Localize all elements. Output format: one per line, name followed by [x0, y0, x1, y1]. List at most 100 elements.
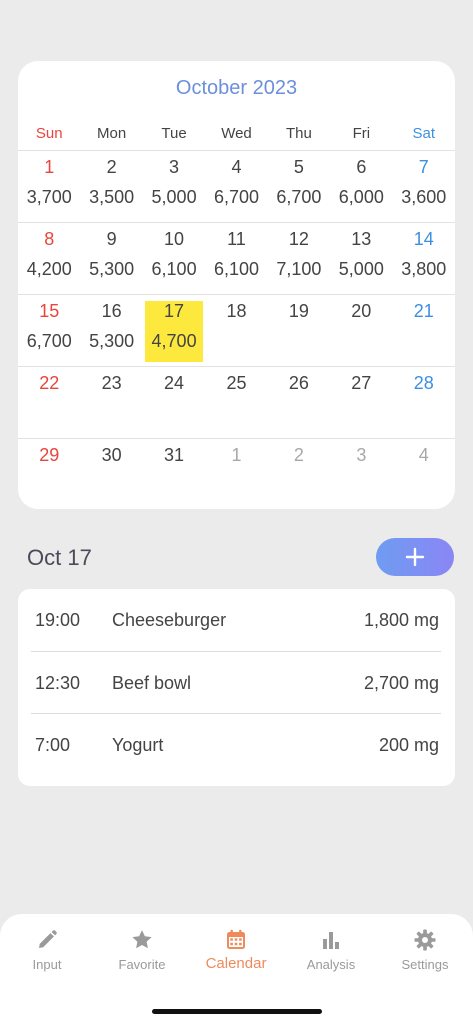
tab-settings[interactable]: Settings [378, 928, 472, 972]
calendar-week: 1 3,700 2 3,500 3 5,000 4 6,700 5 6,700 6 6,000 7 3,6… [18, 150, 455, 222]
day-total: 6,700 [276, 187, 322, 207]
day-total: 6,100 [151, 259, 197, 279]
pencil-icon [39, 930, 57, 948]
calendar-day[interactable]: 4 6,700 [205, 151, 267, 222]
calendar-day[interactable]: 6 6,000 [330, 151, 392, 222]
entry-food: Beef bowl [112, 672, 192, 693]
calendar-grid: 1 3,700 2 3,500 3 5,000 4 6,700 5 6,700 6 6,000 7 3,6… [18, 150, 455, 509]
entry-list: 19:00 Cheeseburger 1,800 mg 12:30 Beef bowl 2… [18, 589, 455, 786]
entry-row[interactable]: 7:00 Yogurt 200 mg [31, 713, 441, 776]
day-total: 5,000 [338, 259, 384, 279]
calendar-day[interactable]: 30 [80, 439, 142, 509]
tab-favorite[interactable]: Favorite [95, 928, 189, 972]
weekday-wed: Wed [221, 125, 252, 142]
day-number: 1 [231, 445, 242, 465]
calendar-day[interactable]: 28 [393, 367, 455, 438]
tab-label: Favorite [118, 957, 166, 972]
calendar-day[interactable]: 5 6,700 [268, 151, 330, 222]
calendar-day[interactable]: 15 6,700 [18, 295, 80, 366]
tab-bar: Input Favorite Calendar Analysis Setting… [0, 914, 473, 1024]
calendar-day[interactable]: 16 5,300 [80, 295, 142, 366]
day-number: 5 [293, 157, 304, 177]
add-entry-button[interactable] [376, 538, 454, 576]
calendar-icon [227, 929, 245, 949]
day-number: 8 [44, 229, 55, 249]
tab-input[interactable]: Input [0, 928, 94, 972]
calendar-day[interactable]: 14 3,800 [393, 223, 455, 294]
day-number: 28 [413, 373, 434, 393]
day-number: 11 [227, 229, 246, 249]
entry-row[interactable]: 12:30 Beef bowl 2,700 mg [31, 651, 441, 714]
day-number: 31 [164, 445, 185, 465]
day-number: 2 [293, 445, 304, 465]
day-number: 22 [39, 373, 60, 393]
weekday-fri: Fri [352, 125, 371, 142]
entry-amount: 2,700 mg [363, 672, 439, 693]
calendar-day[interactable]: 21 [393, 295, 455, 366]
calendar-day[interactable]: 9 5,300 [80, 223, 142, 294]
day-number: 25 [226, 373, 247, 393]
day-number: 4 [231, 157, 242, 177]
calendar-day[interactable]: 24 [143, 367, 205, 438]
entry-amount: 1,800 mg [363, 609, 439, 630]
tab-calendar[interactable]: Calendar [189, 928, 283, 972]
calendar-day[interactable]: 8 4,200 [18, 223, 80, 294]
entry-row[interactable]: 19:00 Cheeseburger 1,800 mg [31, 589, 441, 651]
calendar-day[interactable]: 29 [18, 439, 80, 509]
calendar-week: 22 23 24 25 26 27 28 [18, 366, 455, 438]
calendar-week: 8 4,200 9 5,300 10 6,100 11 6,100 12 7,100 13 5,000… [18, 222, 455, 294]
entry-time: 12:30 [35, 672, 81, 693]
day-number: 20 [351, 301, 372, 321]
tab-label: Input [32, 957, 62, 972]
day-number: 30 [101, 445, 122, 465]
day-total: 3,600 [401, 187, 447, 207]
calendar-day[interactable]: 19 [268, 295, 330, 366]
calendar-week: 29 30 31 1 2 3 4 [18, 438, 455, 509]
day-total: 3,500 [89, 187, 135, 207]
calendar-day[interactable]: 25 [205, 367, 267, 438]
calendar-day[interactable]: 7 3,600 [393, 151, 455, 222]
bar-chart-icon [323, 932, 339, 949]
day-total: 4,200 [26, 259, 72, 279]
calendar-day[interactable]: 12 7,100 [268, 223, 330, 294]
day-number: 27 [351, 373, 372, 393]
day-number: 12 [288, 229, 309, 249]
calendar-day[interactable]: 4 [393, 439, 455, 509]
calendar-day-selected[interactable]: 17 4,700 [143, 295, 205, 366]
calendar-day[interactable]: 3 [330, 439, 392, 509]
day-number: 24 [164, 373, 185, 393]
calendar-day[interactable]: 1 3,700 [18, 151, 80, 222]
entry-food: Cheeseburger [112, 609, 227, 630]
entry-time: 7:00 [35, 734, 71, 755]
month-title[interactable]: October 2023 [18, 77, 455, 100]
calendar-day[interactable]: 10 6,100 [143, 223, 205, 294]
weekday-sun: Sun [35, 125, 63, 142]
tab-label: Settings [401, 957, 449, 972]
day-number: 18 [226, 301, 247, 321]
calendar-day[interactable]: 26 [268, 367, 330, 438]
calendar-day[interactable]: 31 [143, 439, 205, 509]
day-number: 29 [39, 445, 60, 465]
day-number: 4 [418, 445, 429, 465]
calendar-day[interactable]: 18 [205, 295, 267, 366]
day-number: 1 [44, 157, 55, 177]
calendar-day[interactable]: 2 3,500 [80, 151, 142, 222]
day-total: 6,700 [213, 187, 259, 207]
calendar-day[interactable]: 22 [18, 367, 80, 438]
calendar-day[interactable]: 13 5,000 [330, 223, 392, 294]
tab-analysis[interactable]: Analysis [284, 928, 378, 972]
calendar-week: 15 6,700 16 5,300 17 4,700 18 19 20 21 [18, 294, 455, 366]
day-total: 5,300 [89, 331, 135, 351]
day-number: 15 [39, 301, 60, 321]
calendar-day[interactable]: 27 [330, 367, 392, 438]
calendar-day[interactable]: 23 [80, 367, 142, 438]
calendar-day[interactable]: 20 [330, 295, 392, 366]
calendar-day[interactable]: 2 [268, 439, 330, 509]
calendar-day[interactable]: 1 [205, 439, 267, 509]
day-total: 7,100 [276, 259, 322, 279]
calendar-day[interactable]: 11 6,100 [205, 223, 267, 294]
day-total: 3,700 [26, 187, 72, 207]
day-number: 6 [356, 157, 367, 177]
day-total: 5,300 [89, 259, 135, 279]
calendar-day[interactable]: 3 5,000 [143, 151, 205, 222]
